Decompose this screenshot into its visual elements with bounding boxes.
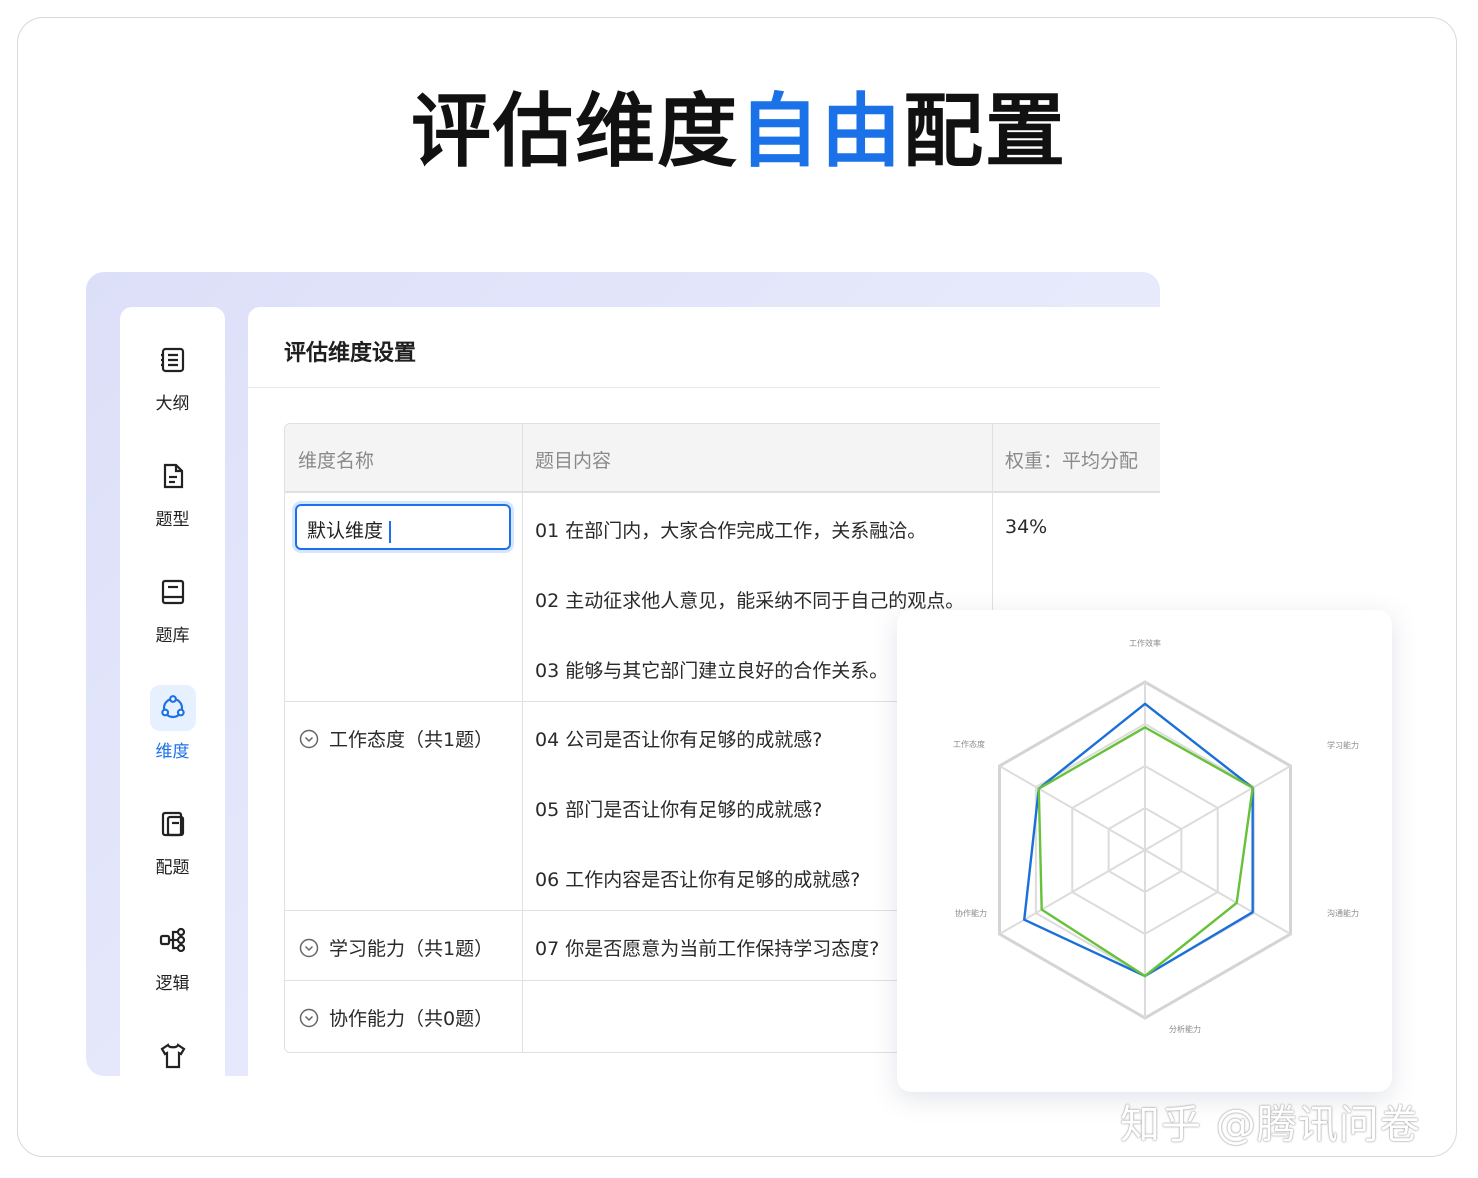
radar-chart-card: 工作效率学习能力沟通能力分析能力 协作能力 工作态度 [897, 610, 1392, 1092]
column-header-dimension: 维度名称 [298, 450, 375, 472]
question-bank-icon [150, 569, 196, 615]
sidebar-item-label: 大纲 [155, 394, 190, 414]
chevron-down-icon [299, 938, 319, 957]
radar-axis-label: 工作效率 [1129, 638, 1161, 648]
radar-chart: 工作效率学习能力沟通能力分析能力 协作能力 工作态度 [953, 638, 1359, 1034]
question-type-icon [150, 453, 196, 499]
dimension-name-input[interactable]: 默认维度 [295, 504, 511, 550]
dimension-row-toggle[interactable]: 协作能力（共0题） [299, 1004, 493, 1031]
dimension-icon [149, 685, 196, 731]
logic-icon [150, 917, 196, 963]
page-title: 评估维度设置 [284, 341, 417, 366]
radar-axis-label: 协作能力 [955, 908, 987, 918]
sidebar-item-appearance[interactable] [120, 1033, 225, 1077]
dimension-name: 协作能力（共0题） [329, 1008, 494, 1030]
dimension-name-value: 默认维度 [307, 520, 384, 542]
headline-accent: 自由 [739, 85, 903, 178]
page-headline: 评估维度自由配置 [0, 92, 1478, 172]
radar-axis-label: 沟通能力 [1327, 908, 1359, 918]
shirt-icon [150, 1033, 196, 1077]
sidebar-item-question-bank[interactable]: 题库 [120, 569, 225, 646]
question-item: 04 公司是否让你有足够的成就感? [535, 729, 823, 751]
radar-axis-label: 学习能力 [1327, 740, 1359, 750]
sidebar-item-logic[interactable]: 逻辑 [120, 917, 225, 994]
radar-axis-label: 工作态度 [953, 739, 985, 749]
column-header-weight[interactable]: 权重：平均分配 [1005, 446, 1138, 473]
dimension-row-toggle[interactable]: 工作态度（共1题） [299, 725, 493, 752]
row-divider [285, 492, 1160, 493]
dimension-row-toggle[interactable]: 学习能力（共1题） [299, 934, 493, 961]
question-item: 03 能够与其它部门建立良好的合作关系。 [535, 660, 889, 682]
chevron-down-icon [299, 729, 319, 748]
sidebar-item-label: 配题 [155, 858, 190, 878]
sidebar-item-label: 题型 [155, 510, 190, 530]
question-item: 01 在部门内，大家合作完成工作，关系融洽。 [535, 520, 927, 542]
outline-icon [150, 337, 196, 383]
column-header-questions: 题目内容 [535, 450, 612, 472]
dimension-name: 工作态度（共1题） [329, 729, 494, 751]
title-divider [248, 387, 1160, 388]
sidebar-item-label: 维度 [155, 742, 190, 762]
assign-questions-icon [150, 801, 196, 847]
dimension-name: 学习能力（共1题） [329, 938, 494, 960]
sidebar-item-label: 逻辑 [155, 974, 190, 994]
question-item: 07 你是否愿意为当前工作保持学习态度? [535, 938, 880, 960]
weight-value: 34% [1005, 516, 1048, 538]
question-item: 06 工作内容是否让你有足够的成就感? [535, 869, 861, 891]
text-caret [389, 520, 392, 543]
radar-axis-label: 分析能力 [1169, 1024, 1201, 1034]
sidebar-item-assign-questions[interactable]: 配题 [120, 801, 225, 878]
sidebar-item-label: 题库 [155, 626, 190, 646]
question-item: 02 主动征求他人意见，能采纳不同于自己的观点。 [535, 590, 965, 612]
sidebar-item-question-type[interactable]: 题型 [120, 453, 225, 530]
question-item: 05 部门是否让你有足够的成就感? [535, 799, 823, 821]
column-divider [522, 424, 523, 1052]
watermark: 知乎 @腾讯问卷 [1120, 1102, 1421, 1148]
sidebar: 大纲 题型 题库 维度 配题 逻辑 [120, 307, 225, 1077]
headline-part1: 评估维度 [411, 85, 739, 178]
sidebar-item-outline[interactable]: 大纲 [120, 337, 225, 414]
sidebar-item-dimension[interactable]: 维度 [120, 685, 225, 762]
headline-part2: 配置 [903, 85, 1067, 178]
chevron-down-icon [299, 1008, 319, 1027]
